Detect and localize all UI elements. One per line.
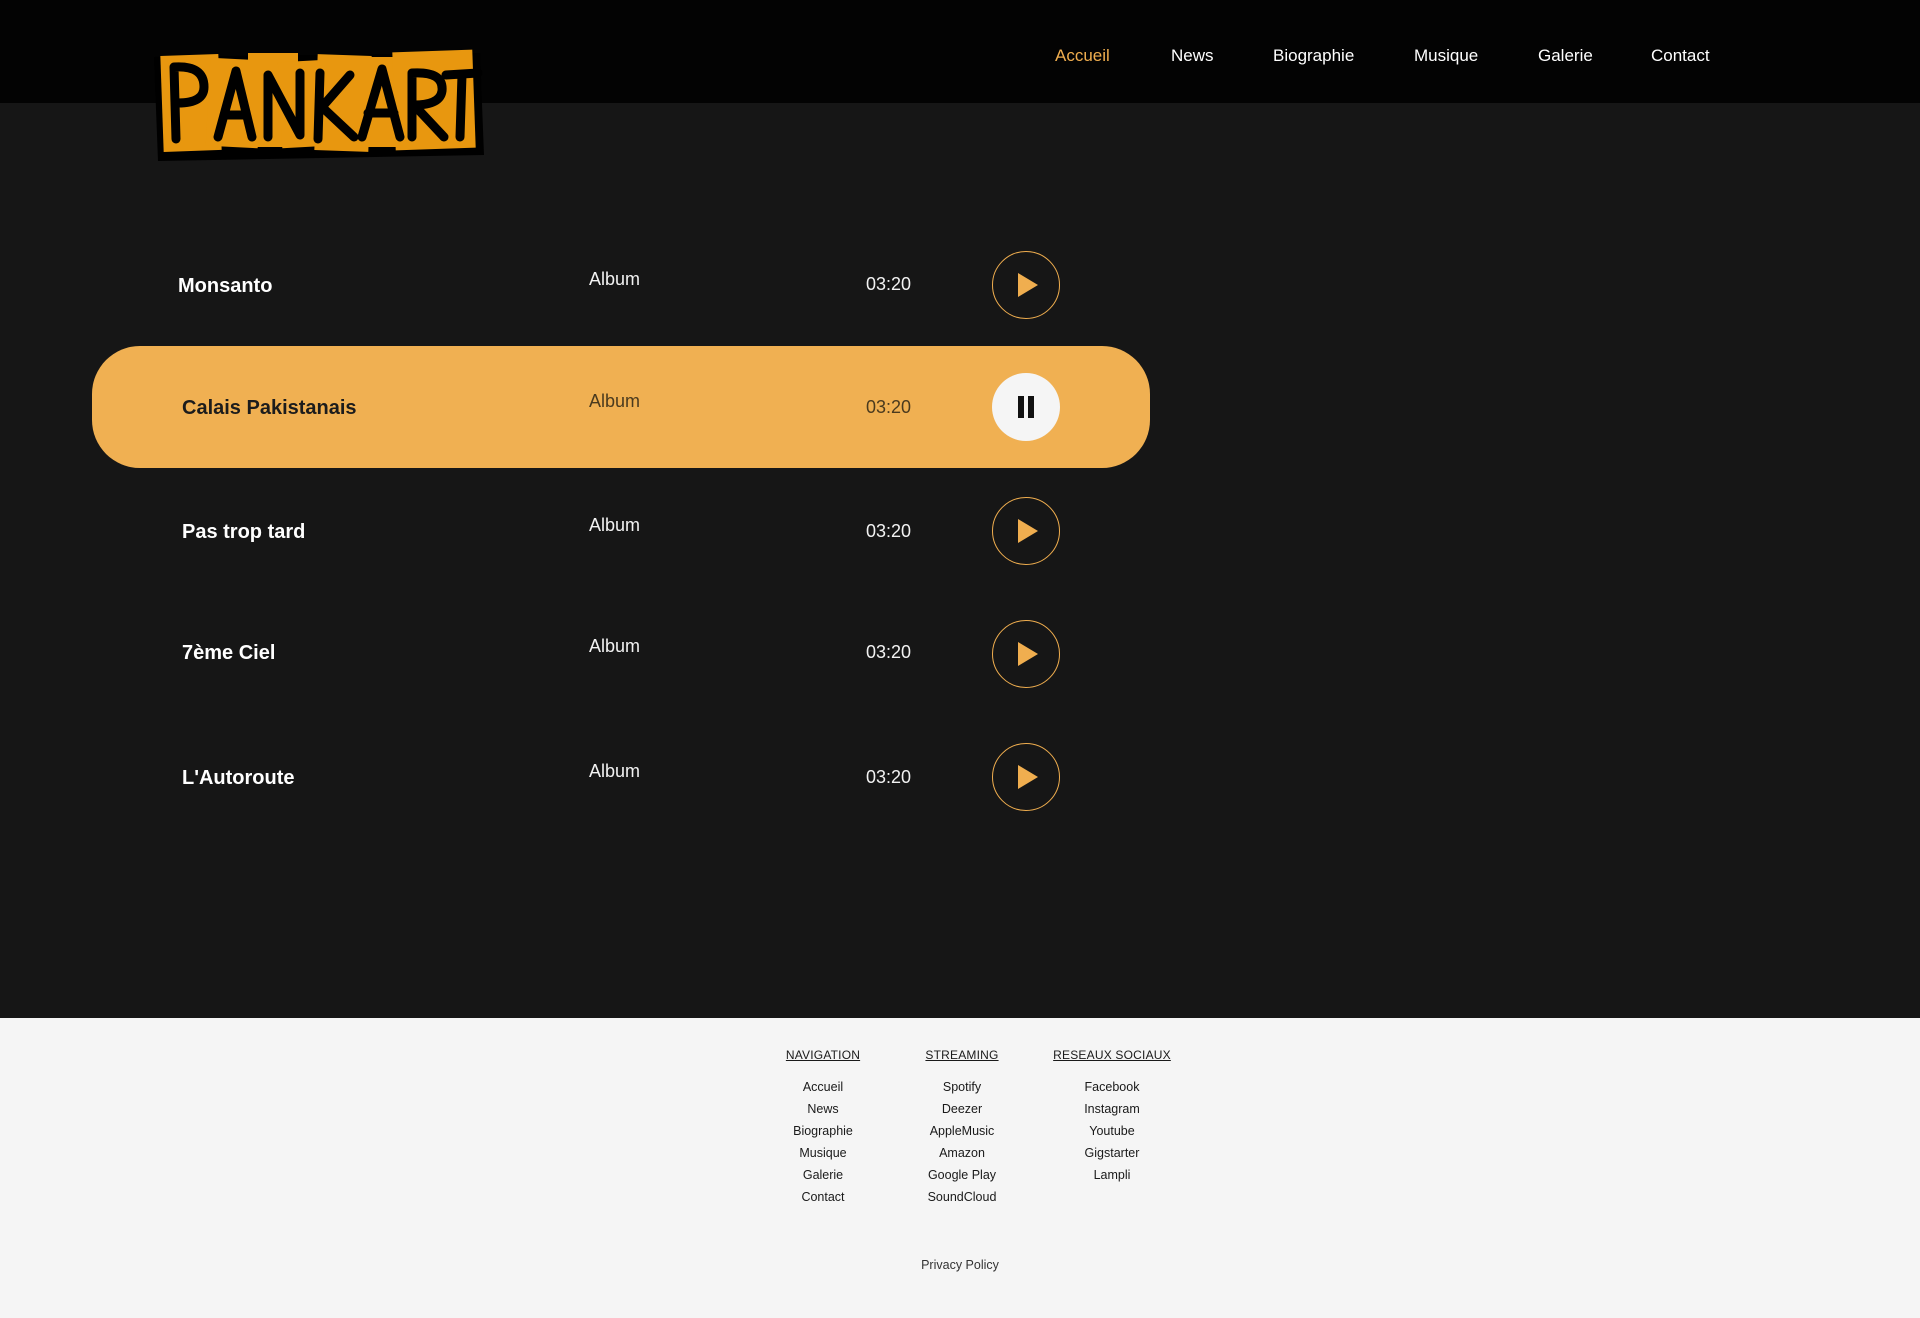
track-album: Album (589, 761, 641, 781)
play-icon (1018, 765, 1038, 789)
track-album: Album (589, 269, 641, 289)
footer-heading: STREAMING (925, 1048, 999, 1062)
play-button[interactable] (992, 497, 1060, 565)
play-icon (1018, 273, 1038, 297)
track-title: Monsanto (178, 275, 273, 297)
footer-link[interactable]: Google Play (918, 1164, 1006, 1186)
nav-musique[interactable]: Musique (1414, 46, 1478, 66)
footer-link[interactable]: AppleMusic (918, 1120, 1006, 1142)
footer-link[interactable]: Deezer (918, 1098, 1006, 1120)
track-duration: 03:20 (866, 642, 912, 662)
track-album: Album (589, 515, 641, 535)
footer-link[interactable]: SoundCloud (918, 1186, 1006, 1208)
track-row[interactable]: Pas trop tard Album 03:20 (92, 470, 1150, 592)
footer-link[interactable]: Galerie (784, 1164, 862, 1186)
footer-link[interactable]: Lampli (1052, 1164, 1172, 1186)
site-footer: NAVIGATION Accueil News Biographie Musiq… (0, 1018, 1920, 1318)
play-button[interactable] (992, 251, 1060, 319)
footer-link[interactable]: News (784, 1098, 862, 1120)
footer-link[interactable]: Amazon (918, 1142, 1006, 1164)
pause-button[interactable] (992, 373, 1060, 441)
site-header: Accueil News Biographie Musique Galerie … (0, 0, 1920, 161)
footer-link[interactable]: Instagram (1052, 1098, 1172, 1120)
track-row[interactable]: Monsanto Album 03:20 (92, 224, 1150, 346)
footer-heading: RESEAUX SOCIAUX (1053, 1048, 1171, 1062)
play-icon (1018, 519, 1038, 543)
nav-accueil[interactable]: Accueil (1055, 46, 1110, 66)
track-duration: 03:20 (866, 397, 912, 417)
nav-news[interactable]: News (1171, 46, 1214, 66)
pause-icon (1018, 396, 1034, 418)
privacy-policy-link[interactable]: Privacy Policy (0, 1258, 1920, 1272)
footer-streaming: STREAMING Spotify Deezer AppleMusic Amaz… (918, 1048, 1006, 1208)
track-duration: 03:20 (866, 521, 912, 541)
footer-link[interactable]: Gigstarter (1052, 1142, 1172, 1164)
footer-heading: NAVIGATION (785, 1048, 861, 1062)
footer-link[interactable]: Accueil (784, 1076, 862, 1098)
main-nav: Accueil News Biographie Musique Galerie … (0, 0, 1920, 103)
track-album: Album (589, 636, 641, 656)
track-row[interactable]: L'Autoroute Album 03:20 (92, 716, 1150, 838)
track-row-active[interactable]: Calais Pakistanais Album 03:20 (92, 346, 1150, 468)
track-duration: 03:20 (866, 274, 912, 294)
play-button[interactable] (992, 743, 1060, 811)
track-title: L'Autoroute (182, 767, 295, 789)
track-title: Calais Pakistanais (182, 397, 357, 419)
nav-galerie[interactable]: Galerie (1538, 46, 1593, 66)
footer-social: RESEAUX SOCIAUX Facebook Instagram Youtu… (1052, 1048, 1172, 1186)
footer-link[interactable]: Contact (784, 1186, 862, 1208)
nav-biographie[interactable]: Biographie (1273, 46, 1354, 66)
play-icon (1018, 642, 1038, 666)
footer-link[interactable]: Spotify (918, 1076, 1006, 1098)
nav-contact[interactable]: Contact (1651, 46, 1710, 66)
track-duration: 03:20 (866, 767, 912, 787)
track-title: Pas trop tard (182, 521, 306, 543)
track-row[interactable]: 7ème Ciel Album 03:20 (92, 593, 1150, 715)
footer-link[interactable]: Biographie (784, 1120, 862, 1142)
footer-link[interactable]: Musique (784, 1142, 862, 1164)
play-button[interactable] (992, 620, 1060, 688)
track-title: 7ème Ciel (182, 642, 276, 664)
footer-navigation: NAVIGATION Accueil News Biographie Musiq… (784, 1048, 862, 1208)
footer-link[interactable]: Youtube (1052, 1120, 1172, 1142)
track-album: Album (589, 391, 641, 411)
footer-link[interactable]: Facebook (1052, 1076, 1172, 1098)
